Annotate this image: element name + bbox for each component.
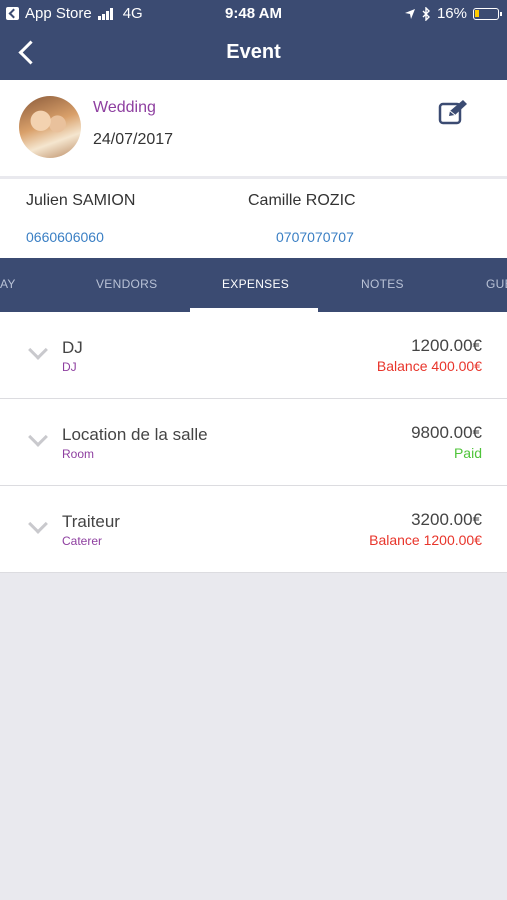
contact-name-1: Julien SAMION <box>26 192 136 209</box>
page-title: Event <box>226 41 281 63</box>
expense-category: DJ <box>62 360 77 374</box>
contact-phone-1[interactable]: 0660606060 <box>26 229 104 245</box>
event-header: Wedding 24/07/2017 <box>0 80 507 176</box>
expense-status: Paid <box>453 445 482 461</box>
contacts-section: Julien SAMION 0660606060 Camille ROZIC 0… <box>0 179 507 258</box>
expense-row[interactable]: Traiteur Caterer 3200.00€ Balance 1200.0… <box>0 486 507 573</box>
expense-amount: 1200.00€ <box>411 336 482 355</box>
expense-row[interactable]: DJ DJ 1200.00€ Balance 400.00€ <box>0 312 507 399</box>
expense-amount: 3200.00€ <box>411 510 482 529</box>
battery-icon <box>473 7 502 20</box>
expense-status: Balance 1200.00€ <box>369 532 482 548</box>
tab-day[interactable]: AY <box>0 277 16 291</box>
tab-vendors[interactable]: VENDORS <box>96 277 157 291</box>
expense-title: DJ <box>62 338 83 357</box>
chevron-down-icon[interactable] <box>28 520 46 538</box>
expense-status: Balance 400.00€ <box>376 358 482 374</box>
event-avatar <box>19 96 81 158</box>
bluetooth-icon <box>422 6 430 21</box>
expense-amount: 9800.00€ <box>411 423 482 442</box>
tab-bar: AY VENDORS EXPENSES NOTES GUE <box>0 258 507 312</box>
edit-icon[interactable] <box>438 98 470 126</box>
tab-guests[interactable]: GUE <box>486 277 507 291</box>
expenses-list: DJ DJ 1200.00€ Balance 400.00€ Location … <box>0 312 507 573</box>
expense-title: Location de la salle <box>62 425 208 444</box>
contact-phone-2[interactable]: 0707070707 <box>276 229 354 245</box>
chevron-down-icon[interactable] <box>28 433 46 451</box>
tab-notes[interactable]: NOTES <box>361 277 404 291</box>
expense-category: Caterer <box>62 534 103 548</box>
contact-name-2: Camille ROZIC <box>248 192 356 209</box>
location-arrow-icon <box>404 8 415 19</box>
expense-title: Traiteur <box>62 512 120 531</box>
event-type: Wedding <box>93 99 156 116</box>
status-bar: App Store 4G 9:48 AM 16% <box>0 0 507 28</box>
chevron-down-icon[interactable] <box>28 346 46 364</box>
tab-expenses[interactable]: EXPENSES <box>222 277 289 291</box>
battery-percent: 16% <box>436 5 467 22</box>
status-right: 16% <box>404 5 502 22</box>
event-date: 24/07/2017 <box>93 131 174 148</box>
expense-category: Room <box>62 447 95 461</box>
navigation-bar: Event <box>0 28 507 80</box>
expense-row[interactable]: Location de la salle Room 9800.00€ Paid <box>0 399 507 486</box>
